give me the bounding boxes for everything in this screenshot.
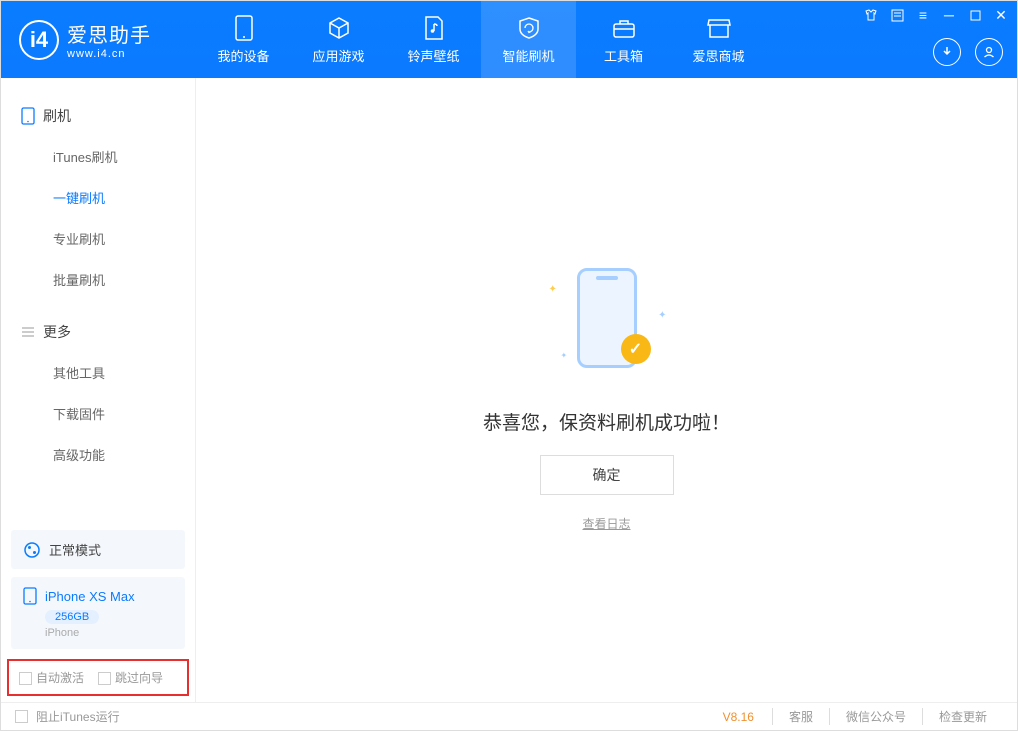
download-icon[interactable]	[933, 38, 961, 66]
sparkle-icon: ✦	[561, 351, 568, 360]
ok-button[interactable]: 确定	[540, 455, 674, 495]
mode-box[interactable]: 正常模式	[11, 530, 185, 569]
nav-tab-ringtones[interactable]: 铃声壁纸	[386, 1, 481, 78]
sidebar-group-more: 更多	[1, 312, 195, 352]
note-icon[interactable]	[889, 7, 905, 23]
device-box[interactable]: iPhone XS Max 256GB iPhone	[11, 577, 185, 649]
cube-icon	[325, 14, 353, 42]
nav-tab-toolbox[interactable]: 工具箱	[576, 1, 671, 78]
sidebar-item-batch-flash[interactable]: 批量刷机	[1, 259, 195, 300]
device-storage: 256GB	[45, 610, 99, 624]
nav-label: 工具箱	[604, 46, 643, 65]
store-icon	[705, 14, 733, 42]
content-area: ✦ ✦ ✦ ✓ 恭喜您，保资料刷机成功啦！ 确定 查看日志	[196, 78, 1017, 702]
nav-tab-my-device[interactable]: 我的设备	[196, 1, 291, 78]
sidebar-group-flash: 刷机	[1, 96, 195, 136]
checkbox-auto-activate[interactable]: 自动激活	[19, 669, 84, 686]
nav-label: 爱思商城	[692, 46, 744, 65]
window-controls: ≡ ─ ✕	[863, 7, 1009, 23]
app-header: i4 爱思助手 www.i4.cn 我的设备 应用游戏 铃声壁纸 智能刷机 工具…	[1, 1, 1017, 78]
nav-tab-store[interactable]: 爱思商城	[671, 1, 766, 78]
sidebar: 刷机 iTunes刷机 一键刷机 专业刷机 批量刷机 更多 其他工具 下载固件 …	[1, 78, 196, 702]
checkbox-block-itunes[interactable]: 阻止iTunes运行	[15, 708, 120, 725]
version-label: V8.16	[723, 710, 754, 724]
nav-tabs: 我的设备 应用游戏 铃声壁纸 智能刷机 工具箱 爱思商城	[196, 1, 766, 78]
refresh-shield-icon	[515, 14, 543, 42]
logo-area: i4 爱思助手 www.i4.cn	[1, 19, 196, 60]
sparkle-icon: ✦	[549, 284, 557, 295]
header-action-icons	[933, 38, 1003, 66]
sidebar-item-oneclick-flash[interactable]: 一键刷机	[1, 177, 195, 218]
footer-right: V8.16 客服 微信公众号 检查更新	[723, 708, 1003, 725]
list-icon	[21, 325, 35, 339]
device-name: iPhone XS Max	[45, 589, 135, 604]
sidebar-item-itunes-flash[interactable]: iTunes刷机	[1, 136, 195, 177]
maximize-icon[interactable]	[967, 7, 983, 23]
nav-label: 铃声壁纸	[407, 46, 459, 65]
app-name-en: www.i4.cn	[67, 48, 151, 60]
nav-label: 应用游戏	[312, 46, 364, 65]
checkbox-skip-guide[interactable]: 跳过向导	[98, 669, 163, 686]
options-row: 自动激活 跳过向导	[7, 659, 189, 696]
footer-link-wechat[interactable]: 微信公众号	[829, 708, 922, 725]
sidebar-group-title: 刷机	[43, 106, 71, 126]
footer-link-support[interactable]: 客服	[772, 708, 829, 725]
sidebar-item-other-tools[interactable]: 其他工具	[1, 352, 195, 393]
mode-label: 正常模式	[49, 540, 101, 559]
sidebar-item-advanced[interactable]: 高级功能	[1, 434, 195, 475]
device-type: iPhone	[45, 627, 173, 639]
success-message: 恭喜您，保资料刷机成功啦！	[483, 408, 730, 435]
footer-link-update[interactable]: 检查更新	[922, 708, 1003, 725]
sidebar-item-pro-flash[interactable]: 专业刷机	[1, 218, 195, 259]
user-icon[interactable]	[975, 38, 1003, 66]
app-name-cn: 爱思助手	[67, 19, 151, 48]
mode-icon	[23, 541, 41, 559]
music-file-icon	[420, 14, 448, 42]
nav-tab-apps[interactable]: 应用游戏	[291, 1, 386, 78]
view-log-link[interactable]: 查看日志	[582, 515, 630, 532]
sidebar-item-download-firmware[interactable]: 下载固件	[1, 393, 195, 434]
menu-icon[interactable]: ≡	[915, 7, 931, 23]
minimize-icon[interactable]: ─	[941, 7, 957, 23]
phone-icon	[230, 14, 258, 42]
sidebar-group-title: 更多	[43, 322, 71, 342]
check-badge-icon: ✓	[621, 334, 651, 364]
sparkle-icon: ✦	[658, 310, 666, 321]
nav-tab-flash[interactable]: 智能刷机	[481, 1, 576, 78]
nav-label: 我的设备	[217, 46, 269, 65]
logo-text: 爱思助手 www.i4.cn	[67, 19, 151, 60]
device-phone-icon	[23, 587, 37, 605]
success-illustration: ✦ ✦ ✦ ✓	[537, 248, 677, 388]
nav-label: 智能刷机	[502, 46, 554, 65]
shirt-icon[interactable]	[863, 7, 879, 23]
close-icon[interactable]: ✕	[993, 7, 1009, 23]
main-area: 刷机 iTunes刷机 一键刷机 专业刷机 批量刷机 更多 其他工具 下载固件 …	[1, 78, 1017, 702]
toolbox-icon	[610, 14, 638, 42]
device-icon	[21, 107, 35, 125]
logo-icon: i4	[19, 20, 59, 60]
status-bar: 阻止iTunes运行 V8.16 客服 微信公众号 检查更新	[1, 702, 1017, 730]
